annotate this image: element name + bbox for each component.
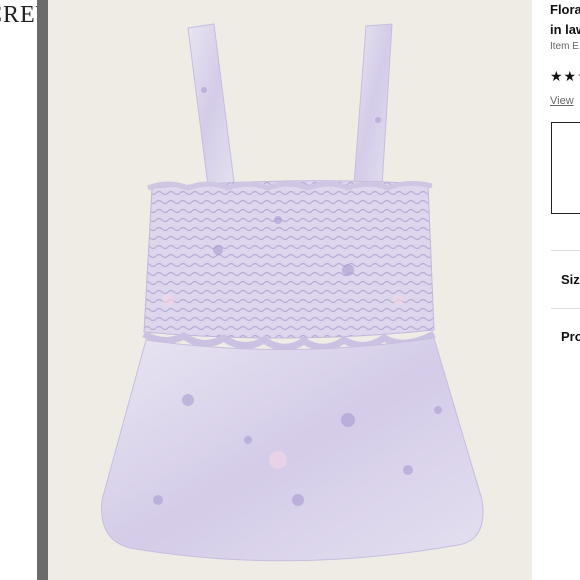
product-details-panel: Floral in law Item E ★★☆ View Siz Pro bbox=[532, 0, 580, 580]
product-title: Floral bbox=[550, 2, 580, 17]
size-section-toggle[interactable]: Siz bbox=[561, 272, 580, 287]
product-image[interactable] bbox=[48, 0, 532, 580]
product-details-toggle[interactable]: Pro bbox=[561, 329, 580, 344]
item-number: Item E bbox=[550, 41, 579, 52]
divider bbox=[551, 250, 580, 251]
divider bbox=[551, 308, 580, 309]
product-photo bbox=[101, 23, 484, 562]
rating-stars[interactable]: ★★☆ bbox=[550, 68, 580, 85]
product-title-continued: in law bbox=[550, 22, 580, 37]
view-reviews-link[interactable]: View bbox=[550, 95, 574, 107]
selection-box[interactable] bbox=[551, 122, 580, 214]
divider-bar bbox=[37, 0, 48, 580]
left-strip: CREW bbox=[0, 0, 58, 580]
